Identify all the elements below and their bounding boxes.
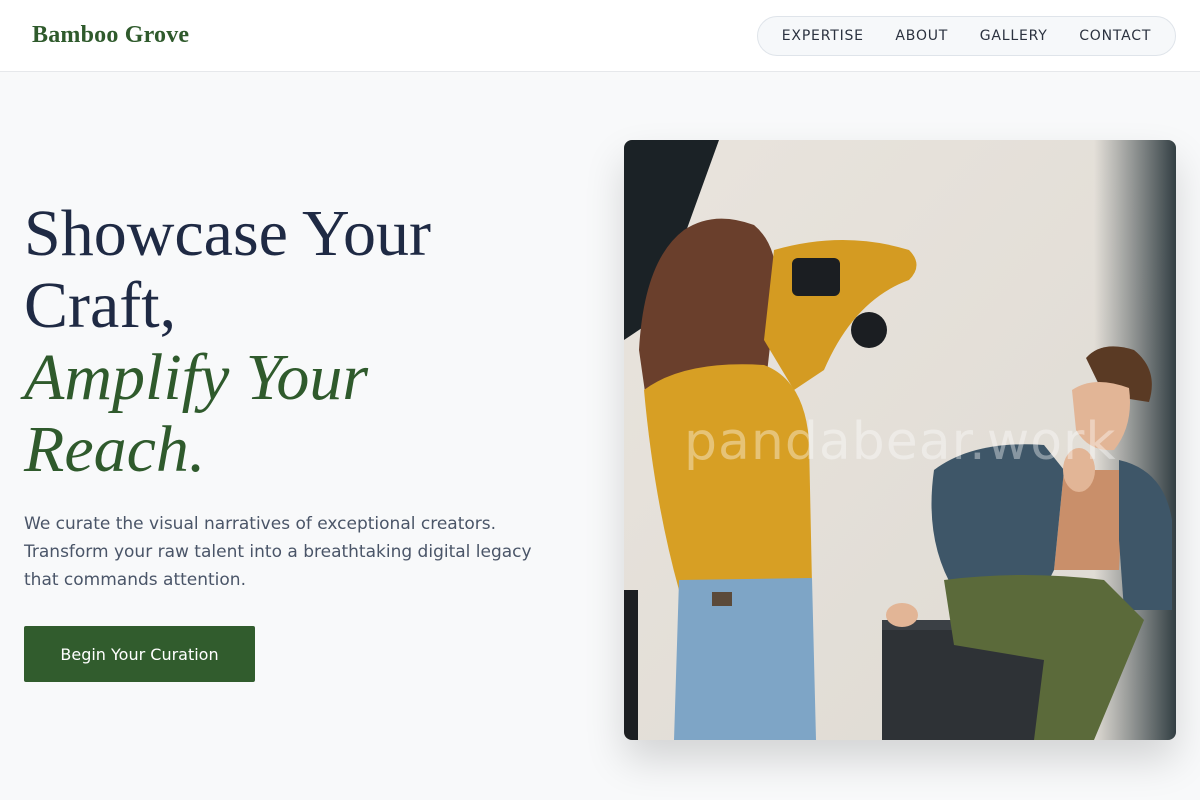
hero-title-line-2: Craft, xyxy=(24,269,177,342)
site-header: Bamboo Grove EXPERTISE ABOUT GALLERY CON… xyxy=(0,0,1200,72)
hero-title-accent-line-2: Reach. xyxy=(24,413,206,486)
nav-about[interactable]: ABOUT xyxy=(887,24,956,48)
begin-curation-button[interactable]: Begin Your Curation xyxy=(24,626,255,682)
main-nav: EXPERTISE ABOUT GALLERY CONTACT xyxy=(757,16,1176,56)
hero-photo: pandabear.work xyxy=(624,140,1176,740)
nav-gallery[interactable]: GALLERY xyxy=(972,24,1056,48)
hero-subtitle: We curate the visual narratives of excep… xyxy=(24,514,532,590)
hero-title-accent-line-1: Amplify Your xyxy=(24,341,369,414)
watermark-text: pandabear.work xyxy=(684,412,1117,472)
hero-title: Showcase Your Craft, Amplify Your Reach. xyxy=(24,198,584,486)
nav-contact[interactable]: CONTACT xyxy=(1071,24,1159,48)
hero-title-line-1: Showcase Your xyxy=(24,197,432,270)
nav-expertise[interactable]: EXPERTISE xyxy=(774,24,872,48)
brand-logo[interactable]: Bamboo Grove xyxy=(32,22,189,49)
